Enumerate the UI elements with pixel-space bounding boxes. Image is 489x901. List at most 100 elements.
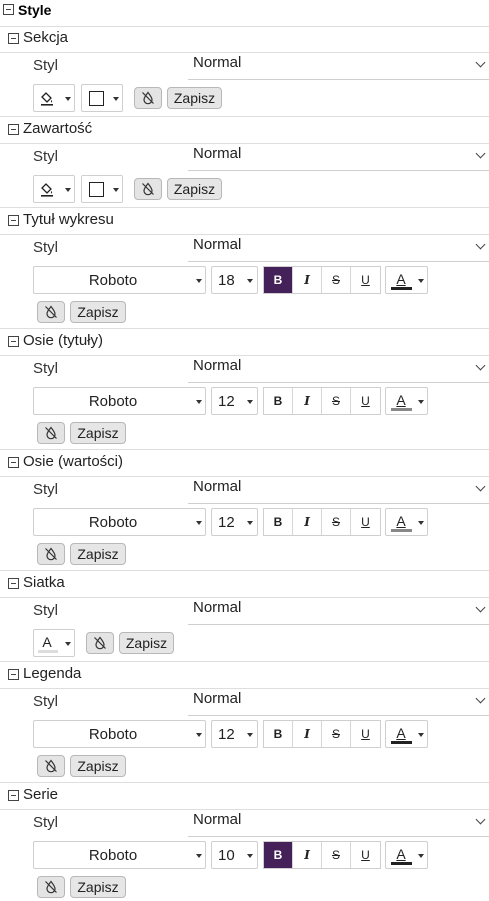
chevron-down-icon[interactable] xyxy=(475,360,486,371)
save-button-osie-wartosci[interactable]: Zapisz xyxy=(70,543,126,565)
font-size-select-tytul[interactable]: 18 xyxy=(211,266,258,294)
save-button-tytul[interactable]: Zapisz xyxy=(70,301,126,323)
strikethrough-button[interactable]: S xyxy=(322,267,351,293)
collapse-style-icon[interactable] xyxy=(3,4,14,15)
collapse-tytul-icon[interactable] xyxy=(8,215,19,226)
chevron-down-icon xyxy=(247,521,253,525)
reset-style-button-legenda[interactable] xyxy=(37,755,65,777)
font-size-select-serie[interactable]: 10 xyxy=(211,841,258,869)
border-color-picker-zawartosc[interactable] xyxy=(81,175,123,203)
italic-button[interactable]: I xyxy=(293,388,322,414)
divider xyxy=(0,143,489,144)
reset-style-button-tytul[interactable] xyxy=(37,301,65,323)
collapse-legenda-icon[interactable] xyxy=(8,669,19,680)
italic-button[interactable]: I xyxy=(293,509,322,535)
font-family-select-legenda[interactable]: Roboto xyxy=(33,720,206,748)
text-format-group-tytul: B I S U xyxy=(263,266,381,294)
font-color-picker-osie-wartosci[interactable]: A xyxy=(385,508,428,536)
reset-style-button-sekcja[interactable] xyxy=(134,87,162,109)
border-color-picker-sekcja[interactable] xyxy=(81,84,123,112)
chevron-down-icon[interactable] xyxy=(475,602,486,613)
italic-button[interactable]: I xyxy=(293,842,322,868)
italic-button[interactable]: I xyxy=(293,267,322,293)
collapse-sekcja-icon[interactable] xyxy=(8,33,19,44)
font-color-picker-legenda[interactable]: A xyxy=(385,720,428,748)
font-size-select-legenda[interactable]: 12 xyxy=(211,720,258,748)
style-select-osie-wartosci[interactable]: Normal xyxy=(193,478,241,496)
save-button-serie[interactable]: Zapisz xyxy=(70,876,126,898)
no-drop-icon xyxy=(45,880,57,894)
no-drop-icon xyxy=(45,305,57,319)
chevron-down-icon xyxy=(247,279,253,283)
no-drop-icon xyxy=(45,426,57,440)
collapse-zawartosc-icon[interactable] xyxy=(8,124,19,135)
font-family-select-tytul[interactable]: Roboto xyxy=(33,266,206,294)
font-color-picker-serie[interactable]: A xyxy=(385,841,428,869)
strikethrough-button[interactable]: S xyxy=(322,388,351,414)
collapse-osie-tytuly-icon[interactable] xyxy=(8,336,19,347)
save-button-osie-tytuly[interactable]: Zapisz xyxy=(70,422,126,444)
chevron-down-icon[interactable] xyxy=(475,239,486,250)
style-select-siatka[interactable]: Normal xyxy=(193,599,241,617)
font-size-select-osie-wartosci[interactable]: 12 xyxy=(211,508,258,536)
save-button-siatka[interactable]: Zapisz xyxy=(119,632,174,654)
style-select-sekcja[interactable]: Normal xyxy=(193,54,241,72)
chevron-down-icon xyxy=(65,188,71,192)
collapse-osie-wartosci-icon[interactable] xyxy=(8,457,19,468)
reset-style-button-osie-tytuly[interactable] xyxy=(37,422,65,444)
section-title-serie: Serie xyxy=(23,786,59,803)
divider xyxy=(0,688,489,689)
strikethrough-button[interactable]: S xyxy=(322,842,351,868)
divider xyxy=(0,234,489,235)
chevron-down-icon[interactable] xyxy=(475,148,486,159)
strikethrough-button[interactable]: S xyxy=(322,721,351,747)
font-size-select-osie-tytuly[interactable]: 12 xyxy=(211,387,258,415)
chevron-down-icon xyxy=(113,188,119,192)
grid-color-picker-siatka[interactable]: A xyxy=(33,629,75,657)
chevron-down-icon[interactable] xyxy=(475,693,486,704)
text-format-group-legenda: B I S U xyxy=(263,720,381,748)
underline-button[interactable]: U xyxy=(351,388,380,414)
underline-button[interactable]: U xyxy=(351,721,380,747)
divider xyxy=(0,661,489,662)
font-color-swatch xyxy=(391,862,412,865)
no-drop-icon xyxy=(142,91,154,105)
font-family-select-osie-tytuly[interactable]: Roboto xyxy=(33,387,206,415)
style-select-osie-tytuly[interactable]: Normal xyxy=(193,357,241,375)
font-family-select-serie[interactable]: Roboto xyxy=(33,841,206,869)
save-button-zawartosc[interactable]: Zapisz xyxy=(167,178,222,200)
reset-style-button-zawartosc[interactable] xyxy=(134,178,162,200)
underline-button[interactable]: U xyxy=(351,842,380,868)
bold-button[interactable]: B xyxy=(264,388,293,414)
bold-button[interactable]: B xyxy=(264,842,293,868)
chevron-down-icon[interactable] xyxy=(475,57,486,68)
style-select-legenda[interactable]: Normal xyxy=(193,690,241,708)
font-family-value: Roboto xyxy=(88,514,138,531)
bold-button[interactable]: B xyxy=(264,509,293,535)
chevron-down-icon xyxy=(418,521,424,525)
style-select-zawartosc[interactable]: Normal xyxy=(193,145,241,163)
bold-button[interactable]: B xyxy=(264,267,293,293)
chevron-down-icon[interactable] xyxy=(475,814,486,825)
style-select-tytul[interactable]: Normal xyxy=(193,236,241,254)
style-select-serie[interactable]: Normal xyxy=(193,811,241,829)
font-family-select-osie-wartosci[interactable]: Roboto xyxy=(33,508,206,536)
italic-button[interactable]: I xyxy=(293,721,322,747)
save-button-sekcja[interactable]: Zapisz xyxy=(167,87,222,109)
font-family-value: Roboto xyxy=(88,726,138,743)
fill-color-picker-sekcja[interactable] xyxy=(33,84,75,112)
reset-style-button-siatka[interactable] xyxy=(86,632,114,654)
strikethrough-button[interactable]: S xyxy=(322,509,351,535)
underline-button[interactable]: U xyxy=(351,509,380,535)
collapse-siatka-icon[interactable] xyxy=(8,578,19,589)
bold-button[interactable]: B xyxy=(264,721,293,747)
fill-color-picker-zawartosc[interactable] xyxy=(33,175,75,203)
font-color-picker-tytul[interactable]: A xyxy=(385,266,428,294)
reset-style-button-osie-wartosci[interactable] xyxy=(37,543,65,565)
save-button-legenda[interactable]: Zapisz xyxy=(70,755,126,777)
reset-style-button-serie[interactable] xyxy=(37,876,65,898)
collapse-serie-icon[interactable] xyxy=(8,790,19,801)
underline-button[interactable]: U xyxy=(351,267,380,293)
font-color-picker-osie-tytuly[interactable]: A xyxy=(385,387,428,415)
chevron-down-icon[interactable] xyxy=(475,481,486,492)
